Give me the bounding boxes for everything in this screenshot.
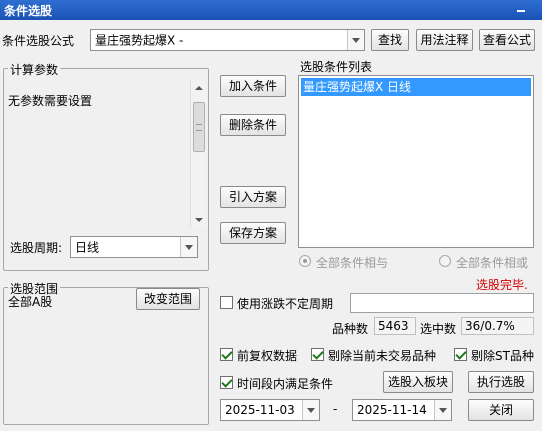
selected-value: 36/0.7% (465, 319, 515, 333)
period-select[interactable]: 日线 (70, 236, 198, 258)
chevron-down-icon[interactable] (434, 400, 451, 420)
formula-select-value: 量庄强势起爆X - (95, 33, 184, 48)
window-title: 条件选股 (4, 4, 53, 18)
close-button[interactable]: 关闭 (468, 399, 534, 421)
radio-all-or-label: 全部条件相或 (456, 256, 529, 270)
date-separator: - (333, 402, 338, 416)
scroll-thumb[interactable] (193, 102, 205, 152)
scroll-up-icon[interactable] (191, 80, 207, 96)
delete-condition-button[interactable]: 删除条件 (220, 114, 286, 136)
exclude-suspended-checkbox[interactable] (311, 348, 324, 361)
count-value-box: 5463 (374, 317, 416, 335)
chevron-down-icon[interactable] (180, 237, 197, 257)
add-condition-button[interactable]: 加入条件 (220, 75, 286, 97)
selected-label: 选中数 (420, 322, 457, 336)
params-scrollbar[interactable] (190, 80, 206, 228)
radio-all-and-label: 全部条件相与 (316, 256, 389, 270)
minimize-icon[interactable] (514, 1, 528, 17)
timerange-checkbox[interactable] (220, 376, 233, 389)
variable-period-input[interactable] (350, 293, 534, 313)
formula-label: 条件选股公式 (2, 34, 75, 48)
exclude-suspended-label: 剔除当前未交易品种 (328, 349, 437, 363)
range-value: 全部A股 (8, 295, 53, 309)
run-selection-button[interactable]: 执行选股 (468, 371, 534, 393)
exclude-st-label: 剔除ST品种 (471, 349, 534, 363)
count-label: 品种数 (332, 322, 369, 336)
selected-value-box: 36/0.7% (461, 317, 534, 335)
status-text: 选股完毕. (476, 278, 528, 292)
params-group-title: 计算参数 (8, 61, 61, 78)
params-message: 无参数需要设置 (8, 94, 93, 108)
condition-list-label: 选股条件列表 (300, 60, 373, 74)
adjust-checkbox[interactable] (220, 348, 233, 361)
period-label: 选股周期: (10, 241, 63, 255)
timerange-label: 时间段内满足条件 (237, 377, 334, 391)
chevron-down-icon[interactable] (302, 400, 319, 420)
variable-period-label: 使用涨跌不定周期 (237, 297, 334, 311)
import-scheme-button[interactable]: 引入方案 (220, 186, 286, 208)
find-button[interactable]: 查找 (371, 29, 409, 51)
variable-period-checkbox[interactable] (220, 296, 233, 309)
period-select-value: 日线 (75, 240, 100, 255)
count-value: 5463 (378, 319, 409, 333)
change-range-button[interactable]: 改变范围 (136, 288, 200, 310)
formula-select[interactable]: 量庄强势起爆X - (90, 29, 365, 51)
radio-all-and[interactable] (299, 255, 311, 267)
add-to-block-button[interactable]: 选股入板块 (383, 371, 453, 393)
usage-notes-button[interactable]: 用法注释 (416, 29, 473, 51)
list-item[interactable]: 量庄强势起爆X 日线 (301, 78, 531, 96)
scroll-down-icon[interactable] (191, 212, 207, 228)
start-date-value: 2025-11-03 (225, 403, 295, 417)
radio-all-or[interactable] (439, 255, 451, 267)
view-formula-button[interactable]: 查看公式 (479, 29, 535, 51)
adjust-label: 前复权数据 (237, 349, 298, 363)
start-date-picker[interactable]: 2025-11-03 (220, 399, 320, 421)
title-bar: 条件选股 (0, 0, 542, 20)
save-scheme-button[interactable]: 保存方案 (220, 222, 286, 244)
end-date-value: 2025-11-14 (357, 403, 427, 417)
condition-list[interactable]: 量庄强势起爆X 日线 (298, 75, 534, 248)
exclude-st-checkbox[interactable] (454, 348, 467, 361)
chevron-down-icon[interactable] (347, 30, 364, 50)
end-date-picker[interactable]: 2025-11-14 (352, 399, 452, 421)
